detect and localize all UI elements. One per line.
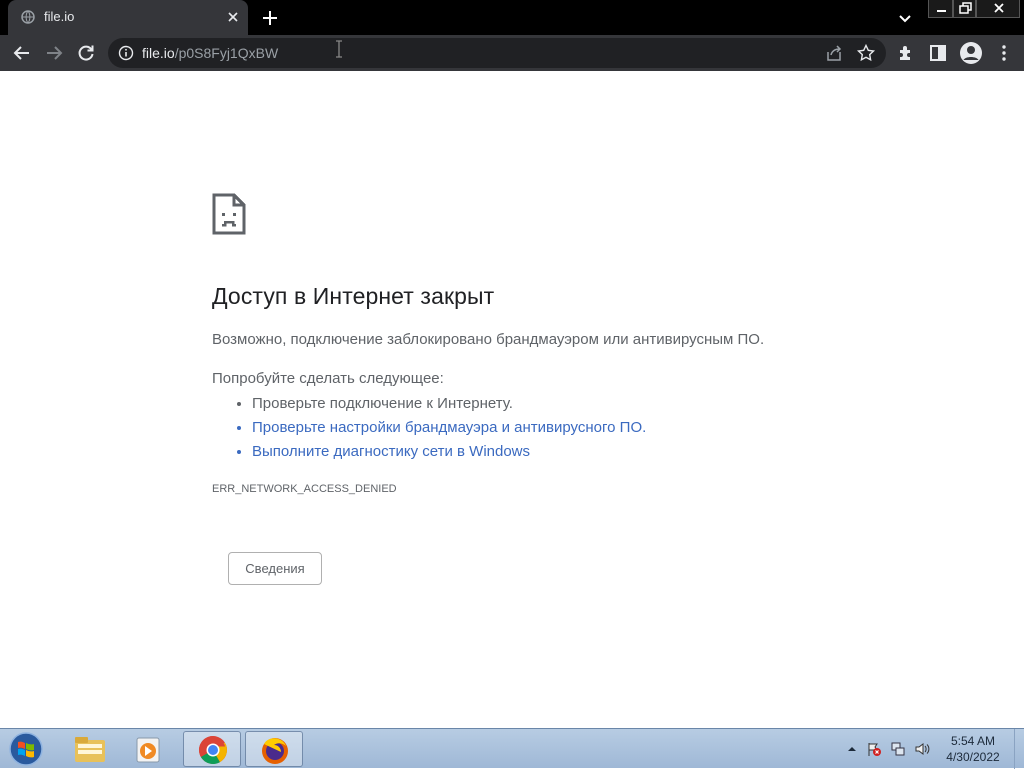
windows-taskbar: 5:54 AM 4/30/2022 <box>0 728 1024 769</box>
error-summary: Возможно, подключение заблокировано бран… <box>212 331 765 348</box>
info-icon[interactable] <box>118 45 134 61</box>
extensions-puzzle-icon[interactable] <box>896 43 916 63</box>
suggestion-firewall-settings-link[interactable]: Проверьте настройки брандмауэра и антиви… <box>252 416 646 440</box>
more-menu-icon[interactable] <box>994 43 1014 63</box>
window-minimize-button[interactable] <box>928 0 953 18</box>
suggestion-network-diagnostics-link[interactable]: Выполните диагностику сети в Windows <box>252 440 646 464</box>
url-text: file.io/p0S8Fyj1QxBW <box>142 45 278 61</box>
reload-icon[interactable] <box>76 43 96 63</box>
bookmark-star-icon[interactable] <box>856 43 876 63</box>
text-cursor-icon <box>336 40 342 58</box>
tab-close-icon[interactable] <box>224 8 242 26</box>
suggestions-list: Проверьте подключение к Интернету. Прове… <box>212 392 646 464</box>
clock-date: 4/30/2022 <box>946 750 1000 764</box>
taskbar-chrome-button[interactable] <box>183 731 241 767</box>
chrome-icon <box>199 736 227 764</box>
taskbar-media-player-button[interactable] <box>120 731 178 767</box>
url-host: file.io <box>142 45 175 61</box>
show-desktop-button[interactable] <box>1014 729 1024 769</box>
browser-toolbar: file.io/p0S8Fyj1QxBW <box>0 35 1024 71</box>
chevron-down-icon[interactable] <box>896 9 914 27</box>
clock-time: 5:54 AM <box>950 734 996 748</box>
firefox-icon <box>262 738 288 764</box>
share-icon[interactable] <box>824 43 844 63</box>
url-path: /p0S8Fyj1QxBW <box>174 45 279 61</box>
windows-start-icon[interactable] <box>4 731 48 767</box>
window-close-button[interactable] <box>976 0 1020 18</box>
error-heading: Доступ в Интернет закрыт <box>212 283 495 309</box>
tab-strip: file.io <box>0 0 1024 35</box>
window-restore-button[interactable] <box>953 0 976 18</box>
taskbar-firefox-button[interactable] <box>245 731 303 767</box>
taskbar-explorer-button[interactable] <box>60 731 118 767</box>
page-content: Доступ в Интернет закрыт Возможно, подкл… <box>0 71 1024 728</box>
back-arrow-icon[interactable] <box>12 43 32 63</box>
browser-tab[interactable]: file.io <box>8 0 248 35</box>
windows-explorer-icon <box>75 737 105 762</box>
new-tab-icon[interactable] <box>260 8 280 28</box>
details-button[interactable]: Сведения <box>228 552 322 585</box>
tab-title: file.io <box>44 9 75 24</box>
volume-speaker-icon[interactable] <box>914 741 930 757</box>
suggestions-heading: Попробуйте сделать следующее: <box>212 370 444 387</box>
media-player-icon <box>136 737 160 763</box>
error-code: ERR_NETWORK_ACCESS_DENIED <box>212 483 397 495</box>
system-clock[interactable]: 5:54 AM 4/30/2022 <box>930 733 1016 765</box>
network-icon[interactable] <box>890 741 906 757</box>
action-center-flag-icon[interactable] <box>866 741 882 757</box>
suggestion-check-connection: Проверьте подключение к Интернету. <box>252 392 646 416</box>
address-bar[interactable]: file.io/p0S8Fyj1QxBW <box>108 38 886 68</box>
profile-avatar-icon[interactable] <box>959 41 983 65</box>
sad-page-icon <box>212 193 246 235</box>
side-panel-icon[interactable] <box>928 43 948 63</box>
tray-expand-arrow-icon[interactable] <box>844 741 860 757</box>
forward-arrow-icon[interactable] <box>44 43 64 63</box>
globe-icon <box>21 10 35 24</box>
